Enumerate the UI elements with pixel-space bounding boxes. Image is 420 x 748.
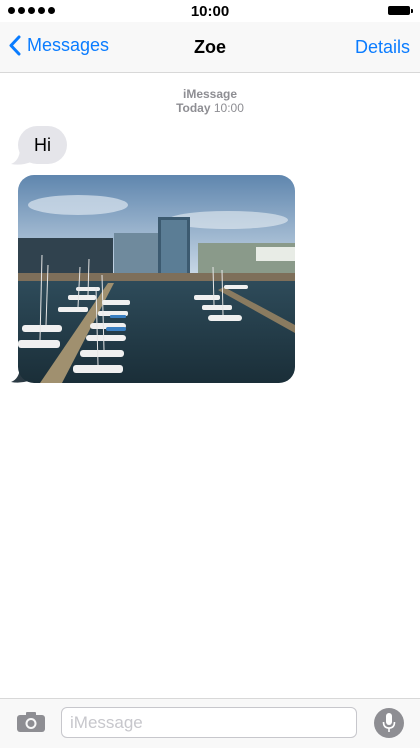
back-button[interactable]: Messages	[8, 35, 109, 56]
details-button[interactable]: Details	[355, 37, 410, 58]
microphone-button[interactable]	[374, 708, 404, 738]
camera-icon[interactable]	[16, 711, 46, 733]
timestamp-time: 10:00	[213, 101, 244, 115]
timestamp: Today 10:00	[0, 101, 420, 115]
status-bar: 10:00	[0, 0, 420, 22]
chevron-left-icon	[9, 35, 21, 56]
compose-bar	[0, 698, 420, 748]
harbor-photo	[18, 175, 295, 383]
message-photo[interactable]	[18, 175, 295, 383]
service-label: iMessage	[182, 87, 238, 101]
microphone-icon	[382, 713, 396, 732]
status-time: 10:00	[190, 3, 230, 20]
back-label: Messages	[27, 35, 110, 55]
battery-icon	[388, 6, 413, 15]
conversation-meta: iMessage Today 10:00	[0, 87, 420, 115]
timestamp-day: Today	[176, 101, 211, 115]
message-bubble-incoming[interactable]: Hi	[18, 126, 67, 164]
message-input[interactable]	[61, 707, 357, 738]
nav-bar: Messages Zoe Details	[0, 22, 420, 73]
